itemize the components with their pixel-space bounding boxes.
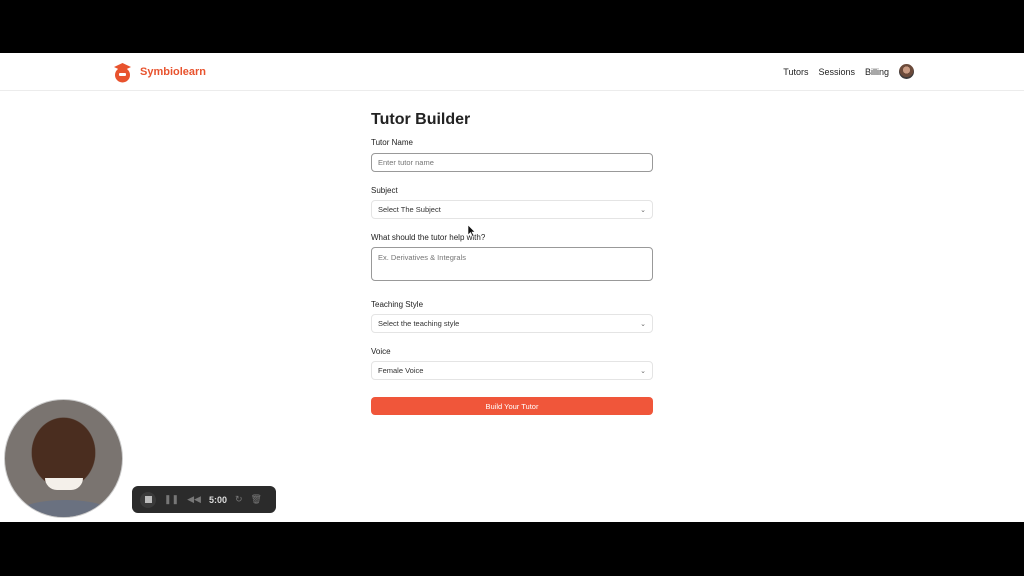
- recording-controls: ❚❚ ◀◀ 5:00 ↻ 🗑: [132, 486, 276, 513]
- app-window: Symbiolearn Tutors Sessions Billing Tuto…: [0, 53, 1024, 522]
- webcam-person-shirt: [15, 500, 115, 517]
- top-navbar: Symbiolearn Tutors Sessions Billing: [0, 53, 1024, 91]
- subject-select-value: Select The Subject: [378, 205, 441, 214]
- build-tutor-button[interactable]: Build Your Tutor: [371, 397, 653, 415]
- page-title: Tutor Builder: [371, 111, 471, 128]
- voice-group: Voice Female Voice ⌄: [371, 347, 653, 380]
- pause-icon[interactable]: ❚❚: [164, 494, 179, 505]
- voice-select-value: Female Voice: [378, 366, 424, 375]
- teaching-style-label: Teaching Style: [371, 300, 424, 309]
- restart-icon[interactable]: ↻: [235, 494, 243, 505]
- subject-group: Subject Select The Subject ⌄: [371, 186, 653, 219]
- voice-label: Voice: [371, 347, 391, 356]
- tutor-name-input[interactable]: [371, 153, 653, 172]
- stop-icon: [144, 496, 152, 503]
- teaching-style-select[interactable]: Select the teaching style ⌄: [371, 314, 653, 333]
- stop-recording-button[interactable]: [140, 491, 156, 508]
- subject-label: Subject: [371, 186, 398, 195]
- mouse-cursor-icon: [468, 225, 476, 237]
- webcam-overlay: [4, 399, 123, 518]
- letterbox-bottom: [0, 522, 1024, 576]
- help-with-group: What should the tutor help with?: [371, 233, 653, 286]
- rewind-icon[interactable]: ◀◀: [187, 494, 201, 505]
- tutor-name-label: Tutor Name: [371, 138, 413, 147]
- subject-select[interactable]: Select The Subject ⌄: [371, 200, 653, 219]
- main-nav: Tutors Sessions Billing: [783, 64, 914, 79]
- tutor-builder-form: Tutor Builder Tutor Name Subject Select …: [371, 111, 653, 415]
- teaching-style-group: Teaching Style Select the teaching style…: [371, 300, 653, 333]
- teaching-style-select-value: Select the teaching style: [378, 319, 460, 328]
- chevron-down-icon: ⌄: [640, 320, 646, 328]
- brand-name: Symbiolearn: [140, 66, 207, 78]
- letterbox-top: [0, 0, 1024, 53]
- chevron-down-icon: ⌄: [640, 367, 646, 375]
- tutor-name-group: Tutor Name: [371, 138, 653, 172]
- trash-icon[interactable]: 🗑: [251, 494, 262, 505]
- nav-billing[interactable]: Billing: [865, 67, 889, 77]
- user-avatar[interactable]: [899, 64, 914, 79]
- help-with-label: What should the tutor help with?: [371, 233, 486, 242]
- voice-select[interactable]: Female Voice ⌄: [371, 361, 653, 380]
- webcam-person-smile: [45, 478, 83, 490]
- nav-sessions[interactable]: Sessions: [818, 67, 855, 77]
- nav-tutors[interactable]: Tutors: [783, 67, 808, 77]
- recording-timer: 5:00: [208, 494, 227, 505]
- graduation-cap-logo-icon: [114, 63, 131, 83]
- brand[interactable]: Symbiolearn: [113, 61, 206, 83]
- help-with-textarea[interactable]: [371, 247, 653, 281]
- chevron-down-icon: ⌄: [640, 206, 646, 214]
